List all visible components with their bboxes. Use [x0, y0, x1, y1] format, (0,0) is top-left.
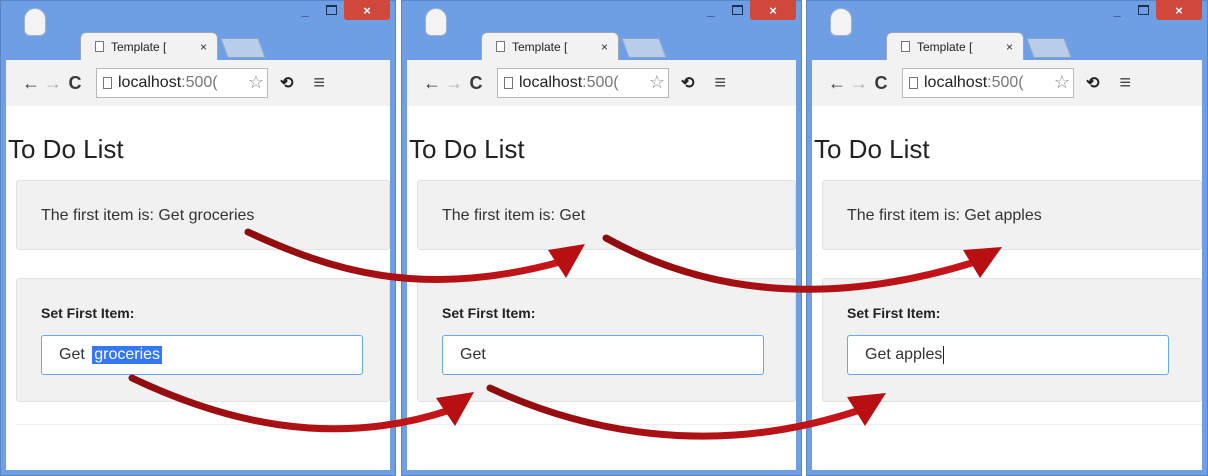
page-content: To Do List The first item is: Get grocer… [6, 106, 390, 470]
tab-close-button[interactable]: × [200, 40, 207, 54]
set-item-panel: Set First Item: Get apples [822, 278, 1202, 402]
page-icon [103, 77, 112, 89]
maximize-icon [1137, 5, 1149, 15]
back-arrow-icon[interactable]: ← [20, 73, 42, 94]
page-icon [901, 41, 910, 52]
address-bar[interactable]: localhost:500( ☆ [96, 68, 268, 98]
page-icon [504, 77, 513, 89]
browser-tab[interactable]: Template [ × [80, 32, 218, 60]
tab-close-button[interactable]: × [601, 40, 608, 54]
maximize-icon [731, 5, 743, 15]
address-bar[interactable]: localhost:500( ☆ [497, 68, 669, 98]
maximize-button[interactable] [724, 0, 750, 20]
browser-toolbar: ← → C localhost:500( ☆ ⟲ ≡ [812, 60, 1202, 106]
reload-icon[interactable]: C [64, 73, 86, 94]
first-item-text: The first item is: Get groceries [41, 207, 255, 224]
new-tab-button[interactable] [621, 38, 667, 58]
browser-window-1: _ × Template [ × ← → C localhost:500( ☆ … [0, 0, 396, 476]
text-caret [943, 346, 945, 364]
profile-avatar-icon[interactable] [830, 8, 852, 36]
selected-text: groceries [92, 346, 163, 364]
back-arrow-icon[interactable]: ← [826, 73, 848, 94]
divider [16, 424, 390, 425]
menu-icon[interactable]: ≡ [1119, 72, 1131, 95]
page-content: To Do List The first item is: Get Set Fi… [407, 106, 796, 470]
profile-avatar-icon[interactable] [425, 8, 447, 36]
address-bar[interactable]: localhost:500( ☆ [902, 68, 1074, 98]
forward-arrow-icon[interactable]: → [443, 73, 465, 94]
browser-window-3: _ × Template [ × ← → C localhost:500( ☆ … [806, 0, 1208, 476]
page-title: To Do List [8, 134, 124, 164]
extension-icon[interactable]: ⟲ [1086, 73, 1099, 93]
url-port: :500( [181, 74, 218, 91]
set-item-panel: Set First Item: Get [417, 278, 796, 402]
menu-icon[interactable]: ≡ [714, 72, 726, 95]
browser-toolbar: ← → C localhost:500( ☆ ⟲ ≡ [6, 60, 390, 106]
first-item-input[interactable]: Get apples [847, 335, 1169, 375]
page-title: To Do List [409, 134, 525, 164]
tab-title: Template [ [111, 39, 167, 54]
forward-arrow-icon[interactable]: → [848, 73, 870, 94]
tab-title: Template [ [512, 39, 568, 54]
reload-icon[interactable]: C [465, 73, 487, 94]
close-window-button[interactable]: × [750, 0, 796, 20]
input-text: Get apples [865, 346, 943, 363]
window-controls: _ × [292, 0, 390, 20]
page-icon [909, 77, 918, 89]
url-host: localhost [924, 74, 988, 91]
first-item-text: The first item is: Get apples [847, 207, 1042, 224]
bookmark-star-icon[interactable]: ☆ [1053, 72, 1070, 93]
browser-tab[interactable]: Template [ × [481, 32, 619, 60]
close-window-button[interactable]: × [344, 0, 390, 20]
profile-avatar-icon[interactable] [24, 8, 46, 36]
maximize-button[interactable] [318, 0, 344, 20]
browser-window-2: _ × Template [ × ← → C localhost:500( ☆ … [401, 0, 802, 476]
reload-icon[interactable]: C [870, 73, 892, 94]
minimize-button[interactable]: _ [292, 0, 318, 20]
new-tab-button[interactable] [220, 38, 266, 58]
first-item-text: The first item is: Get [442, 207, 586, 224]
maximize-button[interactable] [1130, 0, 1156, 20]
new-tab-button[interactable] [1026, 38, 1072, 58]
bookmark-star-icon[interactable]: ☆ [247, 72, 264, 93]
url-port: :500( [582, 74, 619, 91]
first-item-panel: The first item is: Get [417, 180, 796, 250]
set-first-item-label: Set First Item: [847, 305, 941, 321]
extension-icon[interactable]: ⟲ [280, 73, 293, 93]
url-port: :500( [987, 74, 1024, 91]
set-first-item-label: Set First Item: [442, 305, 536, 321]
page-icon [95, 41, 104, 52]
forward-arrow-icon[interactable]: → [42, 73, 64, 94]
window-controls: _ × [698, 0, 796, 20]
divider [417, 424, 796, 425]
maximize-icon [325, 5, 337, 15]
page-title: To Do List [814, 134, 930, 164]
back-arrow-icon[interactable]: ← [421, 73, 443, 94]
page-icon [496, 41, 505, 52]
first-item-input[interactable]: Get [442, 335, 764, 375]
divider [822, 424, 1202, 425]
close-window-button[interactable]: × [1156, 0, 1202, 20]
minimize-button[interactable]: _ [698, 0, 724, 20]
set-first-item-label: Set First Item: [41, 305, 135, 321]
first-item-panel: The first item is: Get groceries [16, 180, 390, 250]
url-host: localhost [519, 74, 583, 91]
page-content: To Do List The first item is: Get apples… [812, 106, 1202, 470]
tab-title: Template [ [917, 39, 973, 54]
set-item-panel: Set First Item: Get groceries [16, 278, 390, 402]
tab-close-button[interactable]: × [1006, 40, 1013, 54]
browser-toolbar: ← → C localhost:500( ☆ ⟲ ≡ [407, 60, 796, 106]
window-controls: _ × [1104, 0, 1202, 20]
menu-icon[interactable]: ≡ [313, 72, 325, 95]
first-item-input[interactable]: Get groceries [41, 335, 363, 375]
extension-icon[interactable]: ⟲ [681, 73, 694, 93]
input-text: Get [59, 346, 90, 363]
browser-tab[interactable]: Template [ × [886, 32, 1024, 60]
url-host: localhost [118, 74, 182, 91]
bookmark-star-icon[interactable]: ☆ [648, 72, 665, 93]
first-item-panel: The first item is: Get apples [822, 180, 1202, 250]
minimize-button[interactable]: _ [1104, 0, 1130, 20]
